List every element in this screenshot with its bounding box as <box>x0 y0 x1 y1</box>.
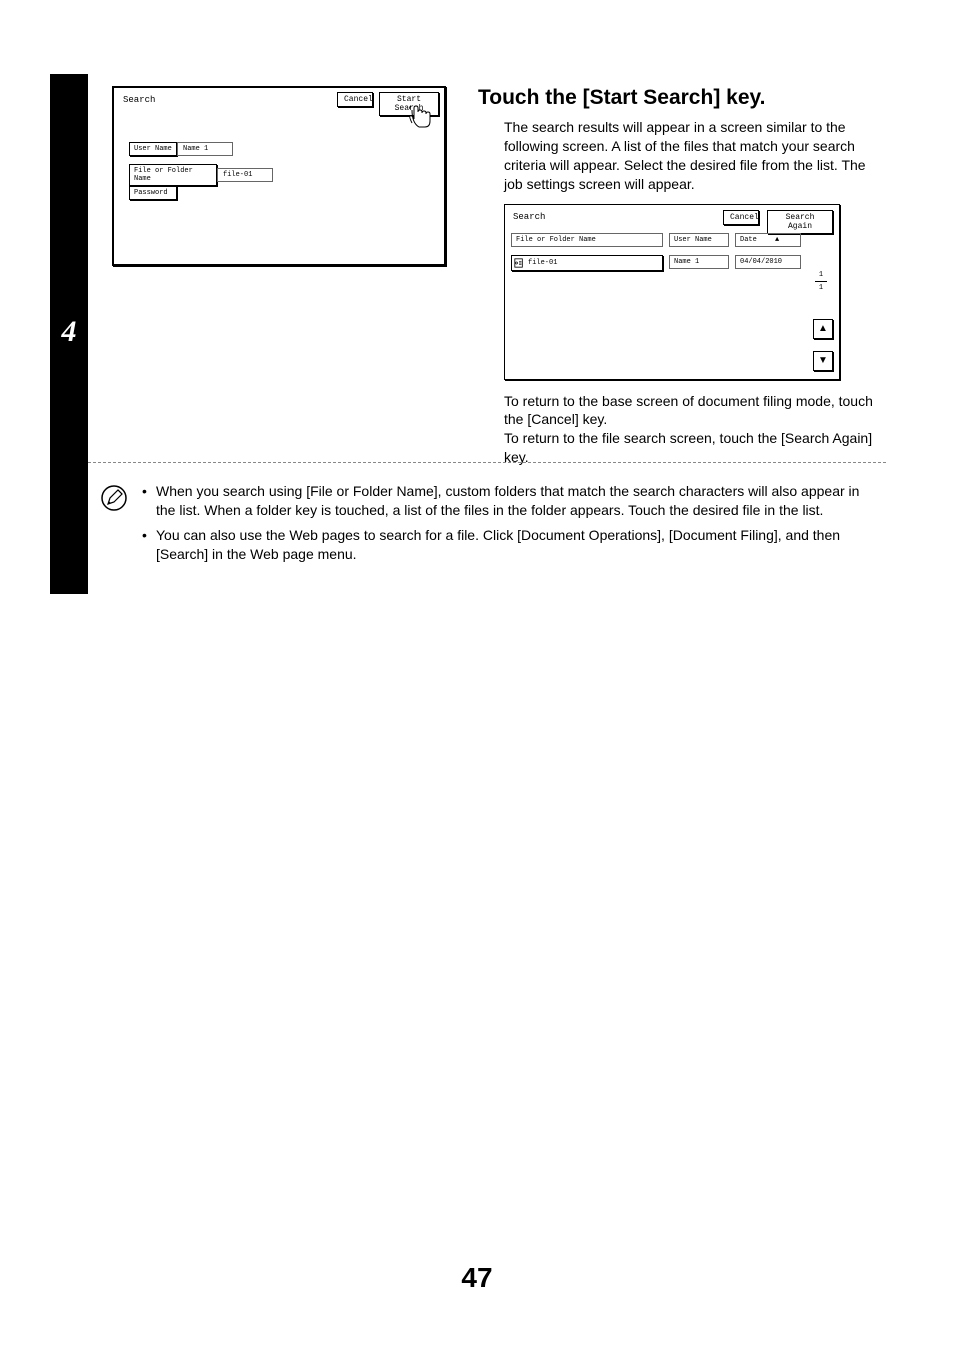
step-heading: Touch the [Start Search] key. <box>478 86 878 110</box>
page-current: 1 <box>809 271 833 279</box>
username-button[interactable]: User Name <box>129 142 177 156</box>
page-total: 1 <box>809 284 833 292</box>
column-header-file[interactable]: File or Folder Name <box>511 233 663 247</box>
search-form-panel: Search Cancel Start Search User Name Nam… <box>112 86 446 266</box>
notes-list: When you search using [File or Folder Na… <box>146 482 876 570</box>
dashed-divider <box>88 462 886 463</box>
column-header-user[interactable]: User Name <box>669 233 729 247</box>
arrow-up-icon: ▲ <box>818 323 828 334</box>
result-row-date: 04/04/2010 <box>735 255 801 269</box>
page-number: 47 <box>0 1262 954 1294</box>
page-up-button[interactable]: ▲ <box>813 319 833 339</box>
panel-title: Search <box>123 95 155 105</box>
step-intro: The search results will appear in a scre… <box>504 118 878 194</box>
after-text-1: To return to the base screen of document… <box>504 392 878 430</box>
column-header-date-label: Date <box>740 236 757 244</box>
search-results-panel: Search Cancel Search Again File or Folde… <box>504 204 840 380</box>
pencil-note-icon <box>100 484 128 517</box>
password-button[interactable]: Password <box>129 186 177 200</box>
touch-hand-icon <box>407 105 437 140</box>
username-value: Name 1 <box>177 142 233 156</box>
filefolder-button[interactable]: File or Folder Name <box>129 164 217 186</box>
result-row-user: Name 1 <box>669 255 729 269</box>
step-number: 4 <box>50 315 88 349</box>
page-indicator: 1 1 <box>809 271 833 292</box>
note-item-1: When you search using [File or Folder Na… <box>146 482 876 520</box>
sort-triangle-icon: ▲ <box>775 236 779 244</box>
results-cancel-button[interactable]: Cancel <box>723 210 759 225</box>
result-row-file[interactable]: file-01 <box>511 255 663 271</box>
page-down-button[interactable]: ▼ <box>813 351 833 371</box>
filefolder-value: file-01 <box>217 168 273 182</box>
result-filename: file-01 <box>528 259 557 267</box>
cancel-button[interactable]: Cancel <box>337 92 373 107</box>
column-header-date[interactable]: Date ▲ <box>735 233 801 247</box>
search-again-button[interactable]: Search Again <box>767 210 833 234</box>
document-icon <box>514 258 524 268</box>
arrow-down-icon: ▼ <box>818 355 828 366</box>
note-item-2: You can also use the Web pages to search… <box>146 526 876 564</box>
results-title: Search <box>513 212 545 222</box>
